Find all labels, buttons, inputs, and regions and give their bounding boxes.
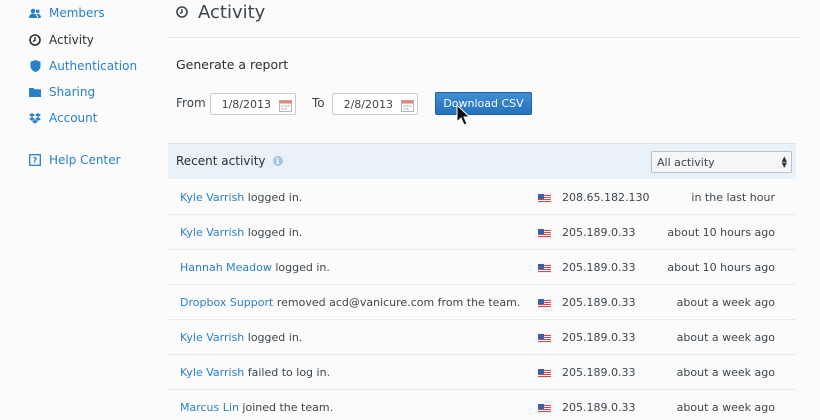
activity-row: Kyle Varrish failed to log in. 205.189.0.…	[168, 355, 796, 390]
activity-action: logged in.	[271, 261, 330, 274]
activity-event: Kyle Varrish logged in.	[180, 331, 302, 344]
svg-text:?: ?	[33, 156, 38, 165]
sidebar-item-members[interactable]: Members	[29, 3, 105, 23]
from-date-input[interactable]	[211, 95, 275, 113]
us-flag-icon	[537, 333, 552, 346]
activity-ip: 208.65.182.130	[562, 191, 650, 204]
help-icon: ?	[29, 154, 41, 166]
clock-icon	[176, 6, 188, 18]
us-flag-icon	[537, 368, 552, 381]
activity-time: about a week ago	[676, 366, 775, 379]
sidebar-item-account[interactable]: Account	[29, 108, 97, 128]
activity-filter-select[interactable]: All activity ▲ ▼	[651, 151, 792, 173]
activity-row: Marcus Lin joined the team. 205.189.0.33 a…	[168, 390, 796, 420]
activity-time: about 10 hours ago	[667, 226, 775, 239]
from-date-field[interactable]	[210, 93, 296, 115]
activity-user-link[interactable]: Kyle Varrish	[180, 366, 244, 379]
report-heading: Generate a report	[176, 57, 289, 72]
members-icon	[29, 7, 41, 19]
activity-user-link[interactable]: Marcus Lin	[180, 401, 239, 414]
sidebar-item-authentication[interactable]: Authentication	[29, 56, 137, 76]
recent-activity-header: Recent activity i All activity ▲ ▼	[168, 143, 796, 179]
activity-user-link[interactable]: Dropbox Support	[180, 296, 273, 309]
mouse-cursor-icon	[456, 103, 471, 130]
activity-action: failed to log in.	[244, 366, 331, 379]
sidebar-item-label: Members	[49, 6, 105, 20]
activity-row: Kyle Varrish logged in. 205.189.0.33 about…	[168, 215, 796, 250]
activity-row: Dropbox Support removed acd@vanicure.com…	[168, 285, 796, 320]
to-date-field[interactable]	[332, 93, 418, 115]
activity-filter-value: All activity	[657, 155, 715, 169]
activity-list: Kyle Varrish logged in. 208.65.182.130 in …	[168, 180, 796, 420]
us-flag-icon	[537, 403, 552, 416]
activity-action: removed acd@vanicure.com from the team.	[273, 296, 521, 309]
sidebar-item-activity[interactable]: Activity	[29, 30, 94, 50]
activity-user-link[interactable]: Kyle Varrish	[180, 226, 244, 239]
activity-time: about a week ago	[676, 401, 775, 414]
to-label: To	[312, 96, 325, 110]
activity-event: Marcus Lin joined the team.	[180, 401, 333, 414]
activity-ip: 205.189.0.33	[562, 226, 636, 239]
activity-event: Kyle Varrish failed to log in.	[180, 366, 330, 379]
dropbox-icon	[29, 112, 41, 124]
sidebar-item-label: Account	[49, 111, 98, 125]
activity-ip: 205.189.0.33	[562, 261, 636, 274]
activity-action: logged in.	[244, 191, 303, 204]
activity-time: about 10 hours ago	[667, 261, 775, 274]
sidebar-item-label: Authentication	[49, 59, 138, 73]
from-label: From	[176, 96, 206, 110]
activity-ip: 205.189.0.33	[562, 331, 636, 344]
activity-time: about a week ago	[676, 331, 775, 344]
activity-row: Hannah Meadow logged in. 205.189.0.33 abou…	[168, 250, 796, 285]
sidebar-item-label: Help Center	[49, 153, 121, 167]
activity-action: logged in.	[244, 331, 303, 344]
calendar-icon[interactable]	[401, 97, 414, 116]
page-title: Activity	[176, 0, 265, 24]
activity-event: Kyle Varrish logged in.	[180, 191, 302, 204]
activity-row: Kyle Varrish logged in. 205.189.0.33 about…	[168, 320, 796, 355]
download-csv-button[interactable]: Download CSV	[435, 92, 532, 115]
divider	[168, 37, 800, 38]
select-arrows-icon: ▲ ▼	[781, 155, 787, 169]
activity-ip: 205.189.0.33	[562, 366, 636, 379]
activity-time: in the last hour	[691, 191, 775, 204]
sidebar: Members Activity Authentication Sharing …	[0, 0, 168, 420]
activity-user-link[interactable]: Hannah Meadow	[180, 261, 272, 274]
us-flag-icon	[537, 193, 552, 206]
activity-user-link[interactable]: Kyle Varrish	[180, 191, 244, 204]
sidebar-item-sharing[interactable]: Sharing	[29, 82, 95, 102]
sidebar-item-label: Sharing	[49, 85, 96, 99]
us-flag-icon	[537, 228, 552, 241]
sidebar-item-label: Activity	[49, 33, 94, 47]
to-date-input[interactable]	[333, 95, 397, 113]
page-title-text: Activity	[198, 1, 266, 23]
activity-time: about a week ago	[676, 296, 775, 309]
activity-ip: 205.189.0.33	[562, 401, 636, 414]
sidebar-item-help-center[interactable]: ? Help Center	[29, 150, 121, 170]
folder-icon	[29, 86, 41, 98]
us-flag-icon	[537, 263, 552, 276]
activity-ip: 205.189.0.33	[562, 296, 636, 309]
clock-icon	[29, 34, 41, 46]
shield-icon	[29, 60, 41, 72]
activity-event: Dropbox Support removed acd@vanicure.com…	[180, 296, 520, 309]
calendar-icon[interactable]	[279, 97, 292, 116]
info-icon[interactable]: i	[272, 156, 283, 166]
activity-row: Kyle Varrish logged in. 208.65.182.130 in …	[168, 180, 796, 215]
us-flag-icon	[537, 298, 552, 311]
activity-action: logged in.	[244, 226, 303, 239]
activity-event: Hannah Meadow logged in.	[180, 261, 330, 274]
recent-activity-title: Recent activity i	[176, 154, 283, 168]
main-content: Activity Generate a report From To Downl…	[168, 0, 800, 420]
recent-activity-label: Recent activity	[176, 154, 266, 168]
activity-action: joined the team.	[238, 401, 334, 414]
activity-user-link[interactable]: Kyle Varrish	[180, 331, 244, 344]
activity-event: Kyle Varrish logged in.	[180, 226, 302, 239]
